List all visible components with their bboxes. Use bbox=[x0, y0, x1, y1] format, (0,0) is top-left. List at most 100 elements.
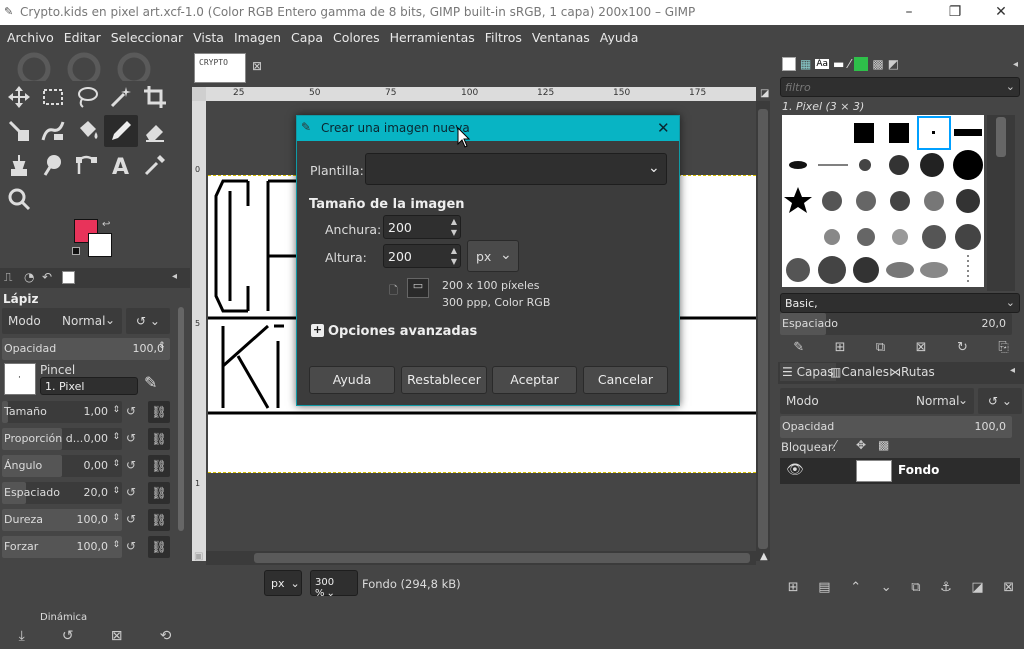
save-options-icon[interactable]: ⤓ bbox=[19, 628, 25, 644]
unit-dropdown[interactable]: px ⌄ bbox=[467, 240, 519, 272]
help-button[interactable]: Ayuda bbox=[309, 366, 395, 394]
lower-layer-icon[interactable]: ⌄ bbox=[881, 580, 892, 595]
tool-option-slider[interactable]: Dureza 100,0 ⇕ bbox=[2, 509, 122, 531]
horizontal-scroll-thumb[interactable] bbox=[254, 553, 750, 563]
tab-layers[interactable]: ☰ Capas bbox=[780, 363, 836, 381]
reset-options-icon[interactable]: ⟲ bbox=[160, 628, 172, 644]
portrait-icon[interactable]: 🗋 bbox=[389, 282, 398, 301]
vertical-scrollbar[interactable] bbox=[756, 101, 770, 561]
link-to-brush-icon[interactable]: ⛓ bbox=[148, 428, 170, 450]
tool-option-slider[interactable]: Ángulo 0,00 ⇕ bbox=[2, 455, 122, 477]
background-color[interactable] bbox=[88, 233, 112, 257]
menu-capa[interactable]: Capa bbox=[286, 30, 328, 45]
zoom-select[interactable]: 300 % ⌄ bbox=[310, 570, 358, 599]
restore-options-icon[interactable]: ↺ bbox=[62, 628, 74, 644]
expand-plus-icon[interactable]: + bbox=[311, 324, 324, 337]
brush-filter-input[interactable]: filtro ⌄ bbox=[780, 77, 1020, 97]
text-tool-icon[interactable]: A bbox=[104, 149, 138, 181]
undo-history-tab-icon[interactable]: ↶ bbox=[42, 270, 52, 284]
delete-options-icon[interactable]: ⊠ bbox=[111, 628, 123, 644]
color-picker-tool-icon[interactable] bbox=[138, 149, 172, 181]
spin-icon[interactable]: ⇕ bbox=[112, 486, 120, 496]
bucket-fill-tool-icon[interactable] bbox=[70, 115, 104, 147]
menu-colores[interactable]: Colores bbox=[328, 30, 385, 45]
template-select[interactable]: ⌄ bbox=[365, 153, 667, 185]
vertical-scroll-thumb[interactable] bbox=[758, 109, 768, 549]
smudge-tool-icon[interactable] bbox=[36, 149, 70, 181]
lock-position-icon[interactable]: ✥ bbox=[856, 438, 866, 452]
visibility-eye-icon[interactable]: 👁 bbox=[786, 462, 804, 478]
default-colors-icon[interactable] bbox=[72, 247, 80, 255]
paths-tool-icon[interactable] bbox=[70, 149, 104, 181]
images-tab-icon[interactable] bbox=[62, 271, 75, 284]
brush-spacing-slider[interactable]: Espaciado 20,0 bbox=[780, 313, 1012, 335]
pencil-tool-icon[interactable] bbox=[104, 115, 138, 147]
minimize-icon[interactable]: – bbox=[886, 0, 932, 25]
menu-imagen[interactable]: Imagen bbox=[229, 30, 286, 45]
quickmask-icon[interactable]: ▣ bbox=[194, 551, 203, 562]
edit-brush-icon[interactable]: ✎ bbox=[793, 340, 804, 355]
delete-brush-icon[interactable]: ⊠ bbox=[916, 340, 927, 355]
reset-value-icon[interactable]: ↺ bbox=[126, 431, 136, 445]
lasso-tool-icon[interactable] bbox=[70, 81, 104, 113]
gradients-tab-icon[interactable] bbox=[854, 57, 869, 71]
spin-icon[interactable]: ⇕ bbox=[112, 459, 120, 469]
brush-list-scrollbar[interactable] bbox=[987, 115, 1015, 291]
anchor-layer-icon[interactable]: ⚓ bbox=[940, 580, 952, 595]
spin-icon[interactable]: ⇕ bbox=[112, 513, 120, 523]
layer-row[interactable]: 👁 Fondo bbox=[780, 458, 1020, 484]
spin-icon[interactable]: ⇕ bbox=[112, 540, 120, 550]
menu-herramientas[interactable]: Herramientas bbox=[385, 30, 480, 45]
height-spinner[interactable]: ▲ ▼ bbox=[447, 245, 461, 267]
patterns-tab-icon[interactable]: ▦ bbox=[800, 57, 811, 71]
fuzzy-select-tool-icon[interactable] bbox=[104, 81, 138, 113]
duplicate-layer-icon[interactable]: ⧉ bbox=[911, 580, 920, 595]
new-brush-icon[interactable]: ⊞ bbox=[835, 340, 846, 355]
link-to-brush-icon[interactable]: ⛓ bbox=[148, 455, 170, 477]
maximize-icon[interactable]: ❐ bbox=[932, 0, 978, 25]
edit-brush-icon[interactable]: ✎ bbox=[144, 373, 157, 392]
mask-layer-icon[interactable]: ◪ bbox=[971, 580, 983, 595]
menu-archivo[interactable]: Archivo bbox=[2, 30, 59, 45]
lock-pixels-icon[interactable]: ⁄ bbox=[834, 438, 836, 452]
dialog-titlebar[interactable]: ✎ Crear una imagen nueva ✕ bbox=[297, 116, 679, 141]
link-to-brush-icon[interactable]: ⛓ bbox=[148, 401, 170, 423]
fonts-tab-icon[interactable]: Aa bbox=[815, 59, 830, 69]
zoom-fit-icon[interactable]: ◪ bbox=[760, 88, 769, 99]
tool-options-tab-icon[interactable]: ⎍ bbox=[4, 270, 12, 285]
mode-select[interactable]: Modo Normal ⌄ bbox=[2, 308, 122, 334]
opacity-spin-icon[interactable]: ⇕ bbox=[158, 341, 166, 351]
clone-tool-icon[interactable] bbox=[2, 149, 36, 181]
tool-option-slider[interactable]: Forzar 100,0 ⇕ bbox=[2, 536, 122, 558]
cancel-button[interactable]: Cancelar bbox=[583, 366, 668, 394]
link-to-brush-icon[interactable]: ⛓ bbox=[148, 509, 170, 531]
brush-preview[interactable]: · bbox=[4, 363, 36, 395]
landscape-icon[interactable]: ▭ bbox=[407, 278, 429, 298]
tool-option-slider[interactable]: Espaciado 20,0 ⇕ bbox=[2, 482, 122, 504]
tab-channels[interactable]: ▥Canales bbox=[830, 365, 889, 379]
move-tool-icon[interactable] bbox=[2, 81, 36, 113]
brush-name-field[interactable]: 1. Pixel bbox=[40, 377, 138, 395]
tool-option-slider[interactable]: Tamaño 1,00 ⇕ bbox=[2, 401, 122, 423]
brush-list-scroll-thumb[interactable] bbox=[996, 117, 1006, 157]
unified-transform-tool-icon[interactable] bbox=[2, 115, 36, 147]
menu-editar[interactable]: Editar bbox=[59, 30, 106, 45]
crop-tool-icon[interactable] bbox=[138, 81, 172, 113]
horizontal-scrollbar[interactable] bbox=[206, 551, 756, 565]
ok-button[interactable]: Aceptar bbox=[492, 366, 577, 394]
tool-presets-tab-icon[interactable]: ▬ bbox=[833, 57, 844, 71]
menu-vista[interactable]: Vista bbox=[188, 30, 229, 45]
reset-value-icon[interactable]: ↺ bbox=[126, 485, 136, 499]
tool-option-slider[interactable]: Proporción d... 0,00 ⇕ bbox=[2, 428, 122, 450]
spin-icon[interactable]: ⇕ bbox=[112, 405, 120, 415]
brushes-tab-icon[interactable] bbox=[782, 57, 796, 71]
configure-tab-icon[interactable]: ◂ bbox=[1010, 365, 1015, 376]
tool-options-scrollbar[interactable] bbox=[178, 307, 184, 531]
tab-paths[interactable]: ⋈Rutas bbox=[889, 365, 935, 379]
palettes-tab-icon[interactable]: ▩ bbox=[872, 57, 883, 71]
close-image-tab-icon[interactable]: ⊠ bbox=[252, 59, 262, 73]
reset-button[interactable]: Restablecer bbox=[401, 366, 487, 394]
reset-value-icon[interactable]: ↺ bbox=[126, 458, 136, 472]
close-window-icon[interactable]: ✕ bbox=[978, 0, 1024, 25]
menu-ventanas[interactable]: Ventanas bbox=[527, 30, 595, 45]
